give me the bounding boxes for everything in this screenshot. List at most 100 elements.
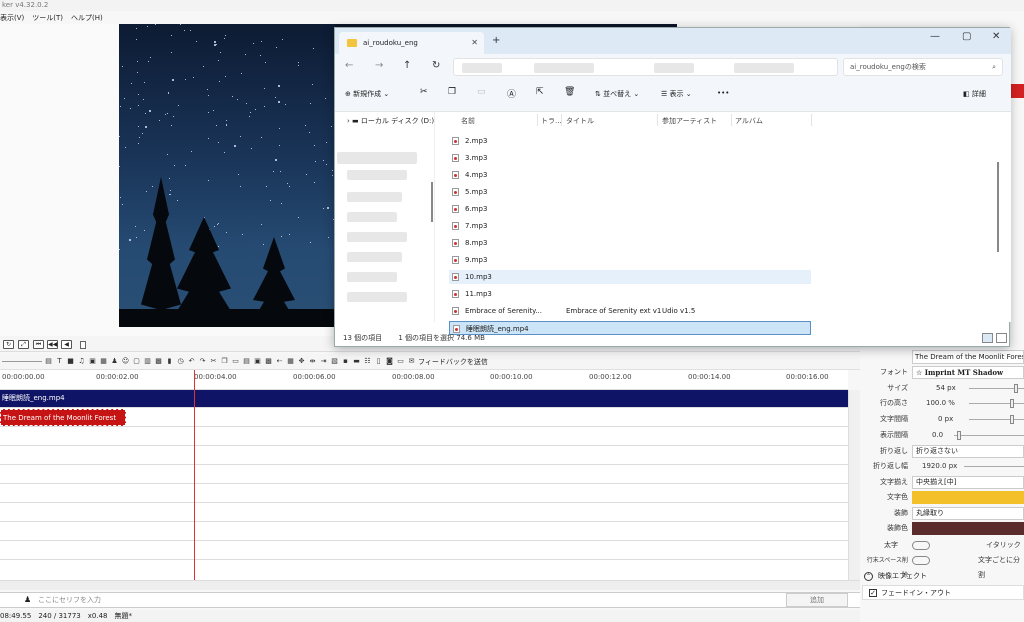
minimize-icon[interactable]: —: [930, 31, 940, 42]
timeline-ruler[interactable]: 00:00:00.00 00:00:02.00 00:00:04.00 00:0…: [0, 370, 848, 390]
file-row[interactable]: 4.mp3: [449, 168, 811, 182]
address-bar[interactable]: [453, 58, 838, 76]
font-select[interactable]: ☆ Imprint MT Shadow: [912, 366, 1024, 379]
up-icon[interactable]: ↑: [403, 60, 411, 71]
details-view-icon[interactable]: [982, 333, 993, 343]
view-button[interactable]: ☰ 表示 ⌄: [661, 89, 692, 99]
outline-select[interactable]: 丸縁取り: [912, 507, 1024, 520]
wrap-select[interactable]: 折り返さない: [912, 445, 1024, 458]
col-title[interactable]: タイトル: [566, 116, 594, 126]
col-album[interactable]: アルバム: [735, 116, 763, 126]
text-icon[interactable]: T: [55, 357, 64, 366]
timeline-tracks[interactable]: [0, 390, 848, 580]
step-back-icon[interactable]: ◀◀: [47, 340, 58, 349]
file-row-hover[interactable]: 10.mp3: [449, 270, 811, 284]
share-icon[interactable]: ⇱: [536, 87, 544, 97]
size-thumb[interactable]: [1014, 384, 1018, 393]
person-icon[interactable]: ♟: [110, 357, 119, 366]
sort-button[interactable]: ⇅ 並べ替え ⌄: [595, 89, 639, 99]
fade-row[interactable]: ✓ フェードイン・アウト: [862, 585, 1024, 600]
video-clip[interactable]: 睡眠朗読_eng.mp4: [0, 390, 848, 407]
trim-toggle[interactable]: [912, 556, 930, 565]
clock-icon[interactable]: ◷: [176, 357, 185, 366]
image-icon[interactable]: ▣: [88, 357, 97, 366]
display-interval-slider[interactable]: [954, 435, 1024, 436]
local-disk-item[interactable]: › ▬ ローカル ディスク (D:): [347, 116, 434, 126]
rename-icon[interactable]: Ⓐ: [507, 87, 516, 100]
letter-spacing-thumb[interactable]: [1010, 415, 1014, 424]
delete-icon[interactable]: ▤: [242, 357, 251, 366]
new-button[interactable]: ⊕ 新規作成 ⌄: [345, 89, 389, 99]
zoom-slider[interactable]: [2, 361, 42, 362]
explorer-tab[interactable]: ai_roudoku_eng ✕: [339, 32, 484, 54]
menu-view[interactable]: 表示(V): [0, 13, 24, 23]
copy-icon[interactable]: ❐: [448, 87, 456, 97]
letter-spacing-slider[interactable]: [969, 419, 1024, 420]
music-icon[interactable]: ♫: [77, 357, 86, 366]
details-button[interactable]: ◧ 詳細: [963, 89, 986, 99]
video-icon[interactable]: ■: [66, 357, 75, 366]
feedback-button[interactable]: フィードバックを送信: [418, 357, 488, 367]
file-row[interactable]: 7.mp3: [449, 219, 811, 233]
undo-icon[interactable]: ↶: [187, 357, 196, 366]
line-height-slider[interactable]: [969, 403, 1024, 404]
clipboard-icon[interactable]: ▮: [165, 357, 174, 366]
col-name[interactable]: 名前: [461, 116, 475, 126]
loop-icon[interactable]: ↻: [3, 340, 14, 349]
wrap-width-slider[interactable]: [964, 466, 1024, 467]
camera-icon[interactable]: ◙: [385, 357, 394, 366]
arrow-left-icon[interactable]: ⇠: [275, 357, 284, 366]
disk-icon[interactable]: ▬: [352, 357, 361, 366]
table-icon[interactable]: ▦: [286, 357, 295, 366]
menu-tools[interactable]: ツール(T): [32, 13, 63, 23]
col-artist[interactable]: 参加アーティスト: [662, 116, 717, 126]
outline-color-swatch[interactable]: [912, 522, 1024, 535]
playhead[interactable]: [194, 370, 195, 582]
trash-icon[interactable]: 🗑: [564, 87, 575, 97]
align-select[interactable]: 中央揃え[中]: [912, 476, 1024, 489]
text-color-swatch[interactable]: [912, 491, 1024, 504]
timeline-hscroll[interactable]: [0, 580, 860, 590]
speaker-icon[interactable]: ♟: [24, 595, 31, 604]
lock-icon[interactable]: ▩: [264, 357, 273, 366]
file-row[interactable]: 11.mp3: [449, 287, 811, 301]
redo-icon[interactable]: ↷: [198, 357, 207, 366]
search-box[interactable]: ai_roudoku_engの検索 ⌕: [843, 58, 1003, 76]
wrap-width-value[interactable]: 1920.0 px: [922, 459, 957, 474]
cut-icon[interactable]: ✂: [209, 357, 218, 366]
add-button[interactable]: 追加: [786, 593, 848, 607]
move-icon[interactable]: ✥: [297, 357, 306, 366]
doc-icon[interactable]: ▥: [143, 357, 152, 366]
frame-icon[interactable]: ▢: [132, 357, 141, 366]
tiles-view-icon[interactable]: [996, 333, 1007, 343]
skip-start-icon[interactable]: ⏮: [33, 340, 44, 349]
paste-icon[interactable]: ▭: [477, 87, 486, 97]
display-interval-value[interactable]: 0.0: [932, 428, 943, 443]
feedback-icon[interactable]: ✉: [407, 357, 416, 366]
serif-input[interactable]: ここにセリフを入力: [36, 594, 786, 606]
seek-thumb[interactable]: [80, 341, 86, 349]
back-icon[interactable]: ←: [345, 60, 353, 71]
paste-icon[interactable]: ▭: [231, 357, 240, 366]
effects-row[interactable]: ⌃ 映像エフェクト: [862, 569, 1022, 584]
list-scrollbar[interactable]: [997, 162, 999, 252]
side-scrollbar[interactable]: [431, 182, 433, 222]
bold-toggle[interactable]: [912, 541, 930, 550]
col-track[interactable]: トラ...: [541, 116, 562, 126]
text-clip[interactable]: The Dream of the Moonlit Forest: [0, 409, 126, 426]
forward-icon[interactable]: →: [375, 60, 383, 71]
close-window-icon[interactable]: ✕: [992, 31, 1000, 42]
letter-spacing-value[interactable]: 0 px: [938, 412, 953, 427]
fullscreen-icon[interactable]: ⤢: [18, 340, 29, 349]
file-row[interactable]: 2.mp3: [449, 134, 811, 148]
file-row[interactable]: 8.mp3: [449, 236, 811, 250]
join-icon[interactable]: ⇥: [319, 357, 328, 366]
line-height-thumb[interactable]: [1010, 399, 1014, 408]
file-row[interactable]: 6.mp3: [449, 202, 811, 216]
save-icon[interactable]: ▪: [341, 357, 350, 366]
subtitle-icon[interactable]: ▤: [44, 357, 53, 366]
text-value-field[interactable]: The Dream of the Moonlit Forest: [912, 350, 1024, 364]
smile-icon[interactable]: ☺: [121, 357, 130, 366]
new-tab-icon[interactable]: +: [492, 35, 500, 46]
file-row[interactable]: 3.mp3: [449, 151, 811, 165]
